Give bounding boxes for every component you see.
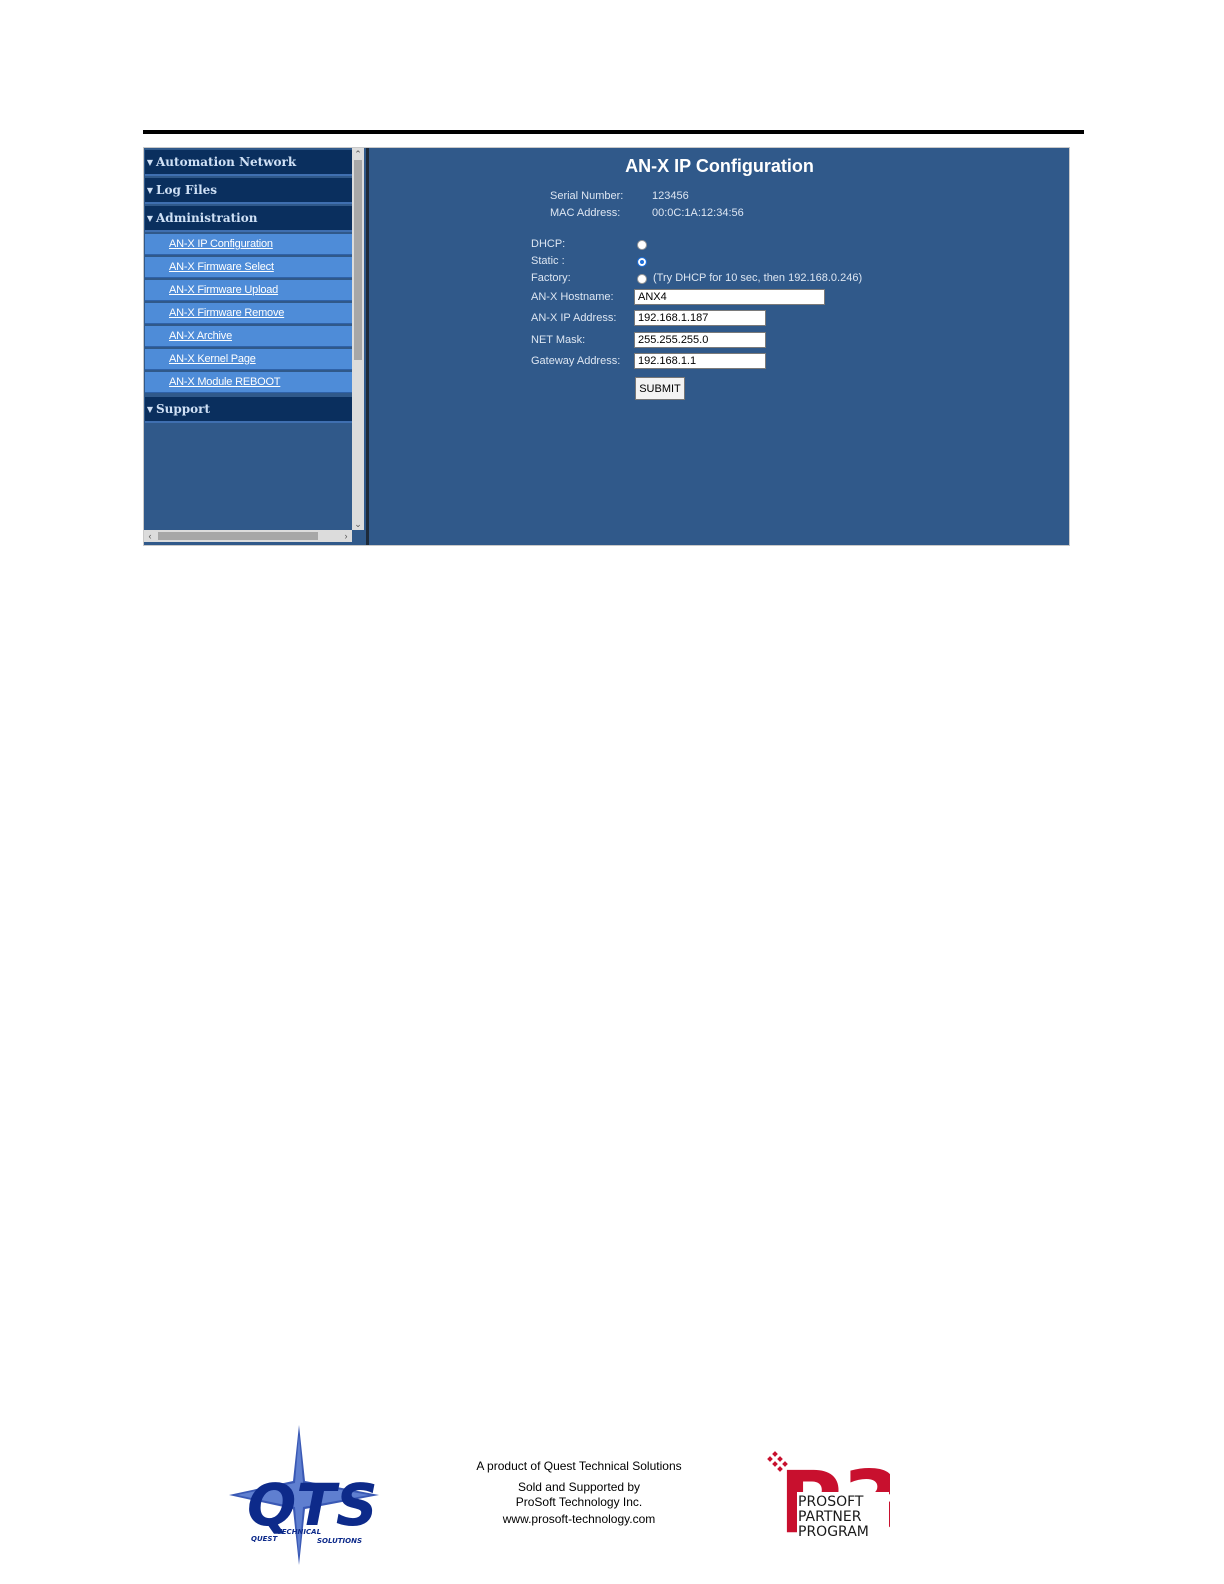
nav-item-firmware-upload[interactable]: AN-X Firmware Upload <box>145 280 352 301</box>
ip-config-panel: AN-X IP Configuration Serial Number: 123… <box>370 148 1069 545</box>
product-line: A product of Quest Technical Solutions <box>476 1459 682 1473</box>
scrollbar-thumb[interactable] <box>158 532 318 540</box>
nav-item-firmware-remove[interactable]: AN-X Firmware Remove <box>145 303 352 324</box>
nav-section-automation-network[interactable]: ▼ Automation Network <box>145 150 352 176</box>
hostname-field[interactable]: ANX4 <box>634 289 825 305</box>
nav-link[interactable]: AN-X Module REBOOT <box>169 376 281 388</box>
nav-section-support[interactable]: ▼ Support <box>145 397 352 423</box>
nav-section-label: Automation Network <box>156 155 297 169</box>
net-mask-field[interactable]: 255.255.255.0 <box>634 332 766 348</box>
factory-note: (Try DHCP for 10 sec, then 192.168.0.246… <box>653 272 863 284</box>
company-line: ProSoft Technology Inc. <box>515 1495 643 1509</box>
nav-section-label: Support <box>156 402 211 416</box>
nav-section-administration[interactable]: ▼ Administration <box>145 206 352 232</box>
submit-button[interactable]: SUBMIT <box>635 377 685 400</box>
chevron-down-icon: ▼ <box>146 157 154 167</box>
static-label: Static : <box>531 255 565 267</box>
mac-value: 00:0C:1A:12:34:56 <box>652 207 744 219</box>
nav-section-label: Administration <box>156 211 258 225</box>
chevron-down-icon: ▼ <box>146 185 154 195</box>
nav-section-label: Log Files <box>156 183 218 197</box>
nav-link[interactable]: AN-X IP Configuration <box>169 238 273 250</box>
horizontal-scrollbar[interactable]: ‹ › <box>144 530 352 542</box>
vertical-scrollbar[interactable]: ⌃ ⌄ <box>352 148 364 530</box>
nav-item-firmware-select[interactable]: AN-X Firmware Select <box>145 257 352 278</box>
nav-link[interactable]: AN-X Firmware Remove <box>169 307 284 319</box>
p3-line-partner: PARTNER <box>798 1509 862 1525</box>
nav-item-kernel-page[interactable]: AN-X Kernel Page <box>145 349 352 370</box>
qts-word-technical: TECHNICAL <box>277 1528 321 1536</box>
qts-word-quest: QUEST <box>251 1535 278 1543</box>
dhcp-label: DHCP: <box>531 238 566 250</box>
serial-value: 123456 <box>652 190 689 202</box>
gateway-field[interactable]: 192.168.1.1 <box>634 353 766 369</box>
header-rule <box>143 130 1084 134</box>
nav-item-ip-configuration[interactable]: AN-X IP Configuration <box>145 234 352 255</box>
frame-divider[interactable] <box>366 148 369 545</box>
factory-label: Factory: <box>531 272 571 284</box>
nav-section-log-files[interactable]: ▼ Log Files <box>145 178 352 204</box>
scroll-up-icon[interactable]: ⌃ <box>352 148 364 160</box>
browser-screenshot: ▼ Automation Network ▼ Log Files ▼ Admin… <box>143 147 1070 546</box>
sold-line: Sold and Supported by <box>517 1480 641 1494</box>
mac-label: MAC Address: <box>550 207 621 219</box>
ip-address-field[interactable]: 192.168.1.187 <box>634 310 766 326</box>
nav-frame: ▼ Automation Network ▼ Log Files ▼ Admin… <box>144 148 366 545</box>
nav-item-archive[interactable]: AN-X Archive <box>145 326 352 347</box>
url-line: www.prosoft-technology.com <box>502 1512 656 1526</box>
chevron-down-icon: ▼ <box>146 213 154 223</box>
nav-link[interactable]: AN-X Firmware Select <box>169 261 274 273</box>
gateway-label: Gateway Address: <box>531 355 621 367</box>
scroll-right-icon[interactable]: › <box>340 530 352 542</box>
nav-item-module-reboot[interactable]: AN-X Module REBOOT <box>145 372 352 393</box>
nav-link[interactable]: AN-X Archive <box>169 330 232 342</box>
ip-address-label: AN-X IP Address: <box>531 312 617 324</box>
p3-line-program: PROGRAM <box>798 1524 869 1540</box>
hostname-label: AN-X Hostname: <box>531 291 614 303</box>
scroll-left-icon[interactable]: ‹ <box>144 530 156 542</box>
p3-line-prosoft: PROSOFT <box>798 1494 864 1510</box>
factory-radio[interactable] <box>637 274 647 284</box>
static-radio[interactable] <box>637 257 647 267</box>
qts-word-solutions: SOLUTIONS <box>317 1537 362 1545</box>
scroll-down-icon[interactable]: ⌄ <box>352 518 364 530</box>
scrollbar-thumb[interactable] <box>354 160 362 360</box>
nav-link[interactable]: AN-X Kernel Page <box>169 353 256 365</box>
dhcp-radio[interactable] <box>637 240 647 250</box>
serial-label: Serial Number: <box>550 190 624 202</box>
qts-logo: QTS QUEST TECHNICAL SOLUTIONS <box>229 1425 379 1565</box>
p3-prosoft-logo: P3 PROSOFT PARTNER PROGRAM <box>767 1451 890 1540</box>
nav-link[interactable]: AN-X Firmware Upload <box>169 284 278 296</box>
net-mask-label: NET Mask: <box>531 334 586 346</box>
chevron-down-icon: ▼ <box>146 404 154 414</box>
page-title: AN-X IP Configuration <box>625 156 814 176</box>
